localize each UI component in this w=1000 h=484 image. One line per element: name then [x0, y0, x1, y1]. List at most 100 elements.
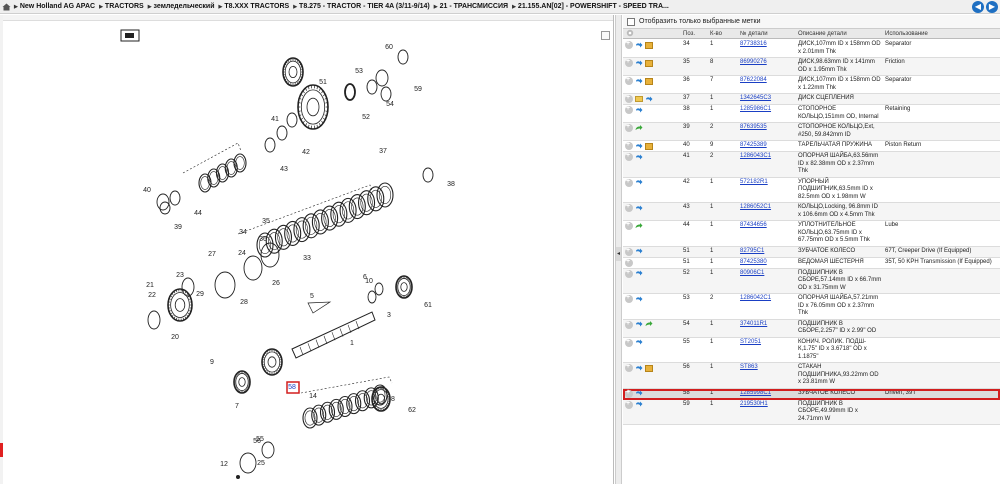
callout-label[interactable]: 14 [309, 393, 317, 400]
replacement-icon[interactable] [645, 321, 653, 328]
swap-icon[interactable] [635, 143, 643, 150]
forward-button[interactable]: ▶ [986, 1, 998, 13]
breadcrumb-item[interactable]: T8.275 - TRACTOR - TIER 4A (3/11-9/14) [293, 3, 430, 10]
callout-label[interactable]: 40 [143, 187, 151, 194]
add-to-cart-icon[interactable] [625, 400, 633, 409]
part-number-link[interactable]: 87639535 [740, 124, 767, 130]
part-number-link[interactable]: 87622084 [740, 77, 767, 83]
table-row[interactable]: 42 1 572182R1 УПОРНЫЙ ПОДШИПНИК,63.5mm ID x… [623, 178, 1000, 203]
kit-icon[interactable] [645, 59, 653, 67]
table-row[interactable]: 39 2 87639535 СТОПОРНОЕ КОЛЬЦО,Ext, #250, 5… [623, 123, 1000, 141]
callout-label[interactable]: 37 [379, 148, 387, 155]
col-header-desc[interactable]: Описание детали [796, 31, 882, 37]
add-to-cart-icon[interactable] [625, 40, 633, 49]
table-row[interactable]: 51 1 82795C1 ЗУБЧАТОЕ КОЛЕСО 67T, Creeper Dr… [623, 246, 1000, 258]
table-row[interactable]: 51 1 87425380 ВЕДОМАЯ ШЕСТЕРНЯ 35T, 50 KPH T… [623, 258, 1000, 269]
home-icon[interactable] [2, 3, 11, 11]
part-number-link[interactable]: ST2051 [740, 339, 761, 345]
add-to-cart-icon[interactable] [625, 203, 633, 212]
callout-label[interactable]: 28 [240, 299, 248, 306]
swap-icon[interactable] [635, 78, 643, 85]
part-number-link[interactable]: 1286043C1 [740, 153, 771, 159]
table-row[interactable]: 37 1 1342645C3 ДИСК СЦЕПЛЕНИЯ [623, 94, 1000, 105]
part-number-link[interactable]: 1286042C1 [740, 295, 771, 301]
swap-icon[interactable] [635, 248, 643, 255]
add-to-cart-icon[interactable] [625, 221, 633, 230]
swap-icon[interactable] [635, 390, 643, 397]
add-to-cart-icon[interactable] [625, 105, 633, 114]
table-row[interactable]: 55 1 ST2051 КОНИЧ. РОЛИК. ПОДШ-К,1.75" ID x… [623, 338, 1000, 363]
part-number-link[interactable]: 1342645C3 [740, 95, 771, 101]
col-header-pos[interactable]: Поз. [680, 31, 708, 37]
table-row[interactable]: 44 1 87434656 УПЛОТНИТЕЛЬНОЕ КОЛЬЦО,63.75mm… [623, 221, 1000, 247]
add-to-cart-icon[interactable] [625, 269, 633, 278]
kit-icon[interactable] [645, 77, 653, 85]
col-header-qty[interactable]: К-во [708, 31, 738, 37]
add-to-cart-icon[interactable] [625, 141, 633, 150]
callout-label[interactable]: 23 [176, 272, 184, 279]
callout-label[interactable]: 8 [391, 396, 395, 403]
breadcrumb-item[interactable]: 21 - ТРАНСМИССИЯ [434, 3, 508, 10]
exploded-view-diagram[interactable]: 1 3 56 7 8 9 10 12 14 20 21 22 23 24 25 26 27 28 29 33 34 35 3… [0, 15, 614, 484]
callout-label[interactable]: 59 [414, 86, 422, 93]
add-to-cart-icon[interactable] [625, 94, 633, 103]
callout-label[interactable]: 58 [288, 384, 296, 391]
add-to-cart-icon[interactable] [625, 123, 633, 132]
swap-icon[interactable] [635, 365, 643, 372]
breadcrumb-item[interactable]: земледельческий [148, 3, 215, 10]
callout-label[interactable]: 54 [386, 101, 394, 108]
collapse-icon[interactable]: ◂ [616, 247, 621, 261]
table-row[interactable]: 52 1 80906C1 ПОДШИПНИК В СБОРЕ,57.14mm ID x… [623, 268, 1000, 294]
callout-label[interactable]: 43 [280, 166, 288, 173]
kit-icon[interactable] [645, 364, 653, 372]
callout-label[interactable]: 1 [350, 340, 354, 347]
swap-icon[interactable] [635, 107, 643, 114]
table-row[interactable]: 41 2 1286043C1 ОПОРНАЯ ШАЙБА,63.56mm ID x 8… [623, 152, 1000, 178]
add-to-cart-icon[interactable] [625, 258, 633, 267]
callout-label[interactable]: 61 [424, 302, 432, 309]
add-to-cart-icon[interactable] [625, 363, 633, 372]
table-row[interactable]: 36 7 87622084 ДИСК,107mm ID x 158mm OD x 1.… [623, 76, 1000, 94]
callout-label[interactable]: 22 [148, 292, 156, 299]
swap-icon[interactable] [635, 154, 643, 161]
swap-icon[interactable] [635, 339, 643, 346]
callout-label[interactable]: 62 [408, 407, 416, 414]
callout-label[interactable]: 56 [253, 438, 261, 445]
breadcrumb-item[interactable]: New Holland AG APAC [14, 3, 95, 10]
callout-label[interactable]: 51 [319, 79, 327, 86]
folder-icon[interactable] [635, 96, 643, 102]
table-row[interactable]: 59 1 219530H1 ПОДШИПНИК В СБОРЕ,49.99mm ID … [623, 399, 1000, 425]
add-to-cart-icon[interactable] [625, 320, 633, 329]
callout-label[interactable]: 41 [271, 116, 279, 123]
part-number-link[interactable]: 86990276 [740, 59, 767, 65]
col-header-use[interactable]: Использование [882, 31, 1000, 37]
kit-icon[interactable] [645, 41, 653, 49]
callout-label[interactable]: 35 [262, 218, 270, 225]
part-number-link[interactable]: 87425380 [740, 259, 767, 265]
callout-label[interactable]: 39 [174, 224, 182, 231]
add-to-cart-icon[interactable] [625, 152, 633, 161]
callout-label[interactable]: 60 [385, 44, 393, 51]
part-number-link[interactable]: 374011R1 [740, 321, 767, 327]
replacement-icon[interactable] [635, 222, 643, 230]
callout-label[interactable]: 20 [171, 334, 179, 341]
breadcrumb-item[interactable]: T8.XXX TRACTORS [219, 3, 289, 10]
part-number-link[interactable]: 1286052C1 [740, 204, 771, 210]
callout-label[interactable]: 10 [365, 278, 373, 285]
callout-label[interactable]: 9 [210, 359, 214, 366]
callout-label[interactable]: 36 [259, 236, 267, 243]
add-to-cart-icon[interactable] [625, 76, 633, 85]
add-to-cart-icon[interactable] [625, 58, 633, 67]
callout-label[interactable]: 5 [310, 293, 314, 300]
add-to-cart-icon[interactable] [625, 178, 633, 187]
table-row[interactable]: 56 1 ST863 СТАКАН ПОДШИПНИКА,93.22mm OD x 2… [623, 363, 1000, 389]
callout-label[interactable]: 38 [447, 181, 455, 188]
table-row[interactable]: 54 1 374011R1 ПОДШИПНИК В СБОРЕ,2.257" ID x… [623, 319, 1000, 338]
callout-label[interactable]: 25 [257, 460, 265, 467]
table-row[interactable]: 43 1 1286052C1 КОЛЬЦО,Locking, 96.8mm ID x … [623, 203, 1000, 221]
callout-label[interactable]: 34 [239, 229, 247, 236]
breadcrumb-item[interactable]: TRACTORS [99, 3, 144, 10]
part-number-link[interactable]: 572182R1 [740, 179, 768, 185]
callout-label[interactable]: 24 [238, 250, 246, 257]
part-number-link[interactable]: 219530H1 [740, 401, 768, 407]
